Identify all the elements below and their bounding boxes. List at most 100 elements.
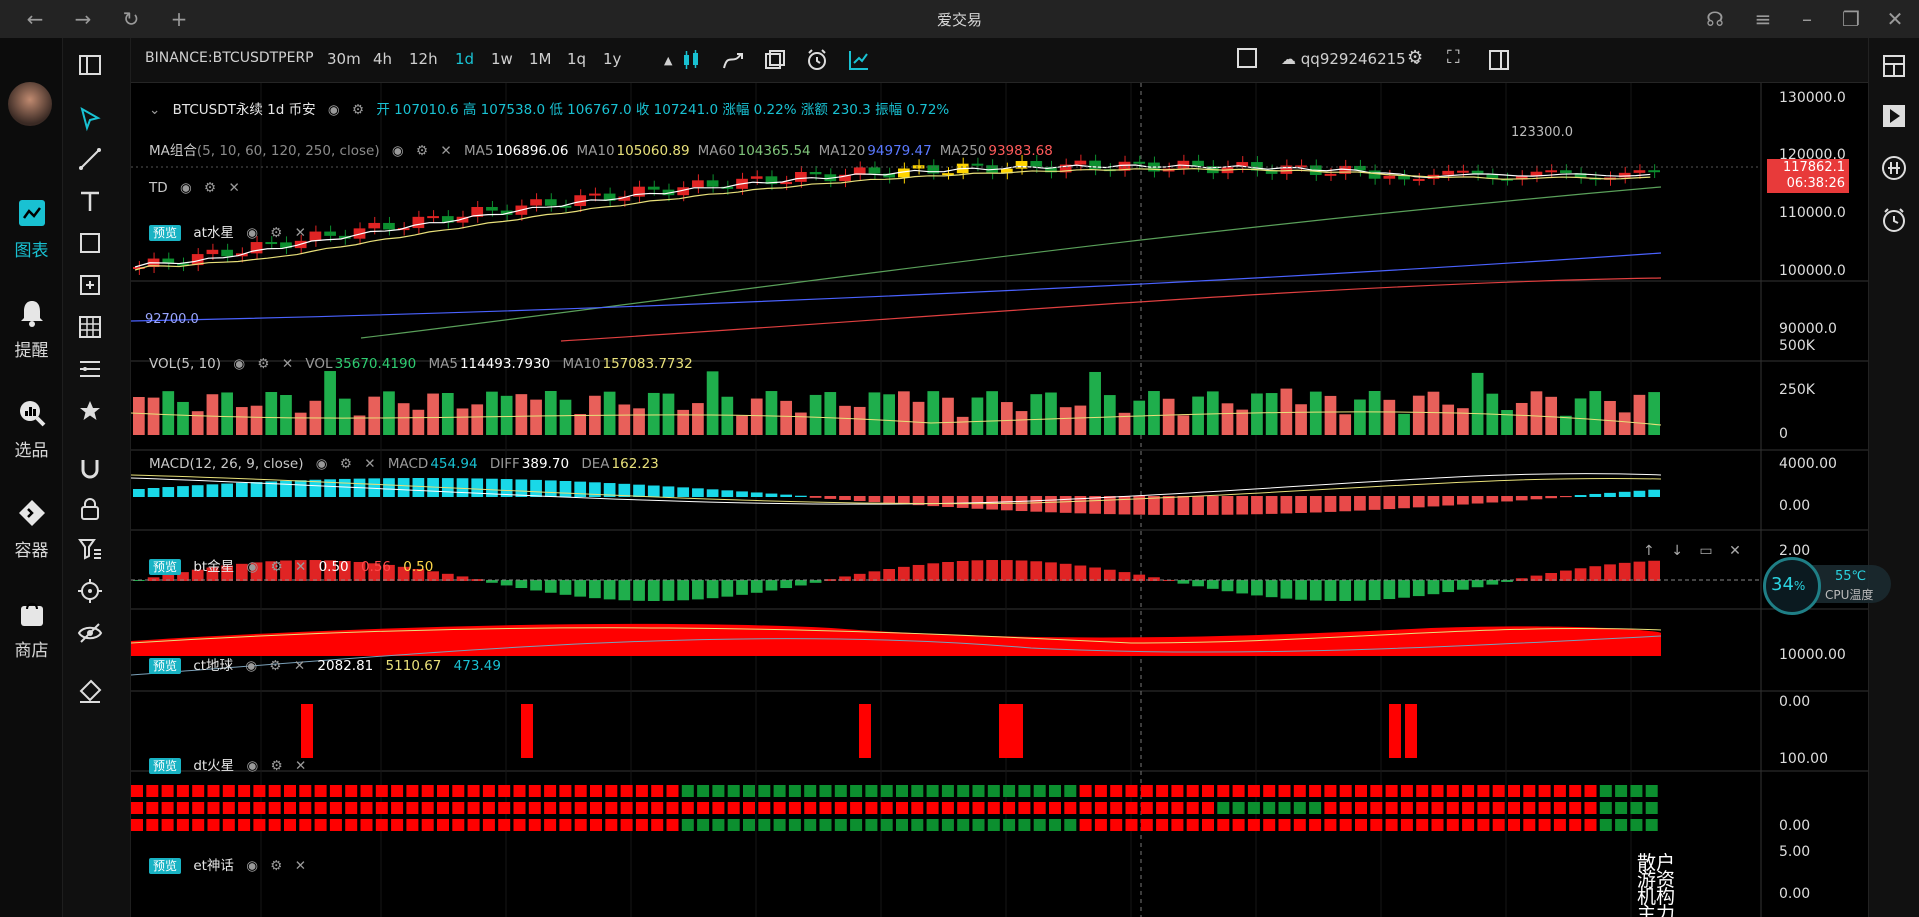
et-cell	[1064, 819, 1077, 831]
maximize-pane-icon[interactable]: ▭	[1699, 543, 1712, 559]
fullscreen-icon[interactable]: ⛶	[1447, 47, 1460, 68]
avatar[interactable]	[8, 82, 52, 126]
eraser-icon[interactable]	[77, 678, 103, 704]
close-icon[interactable]: ✕	[1882, 6, 1908, 32]
alarm-icon[interactable]	[805, 48, 829, 72]
et-cell	[574, 819, 587, 831]
restore-icon[interactable]: ❐	[1838, 6, 1864, 32]
eye-icon[interactable]: ◉	[246, 858, 258, 874]
candle-type-icon[interactable]	[679, 48, 703, 72]
layout-grid-icon[interactable]	[1880, 52, 1908, 80]
cursor-icon[interactable]	[77, 106, 103, 132]
gear-icon[interactable]: ⚙	[270, 225, 282, 241]
et-cell	[941, 819, 954, 831]
indicator-icon[interactable]	[721, 48, 745, 72]
gear-icon[interactable]: ⚙	[257, 356, 269, 372]
nav-chart[interactable]: 图表	[0, 198, 63, 261]
interval-30m[interactable]: 30m	[327, 50, 361, 68]
text-tool-icon[interactable]	[77, 188, 103, 214]
interval-dropdown-icon[interactable]: ▲	[664, 54, 672, 67]
interval-1M[interactable]: 1M	[529, 50, 552, 68]
et-cell	[1370, 819, 1383, 831]
replay-icon[interactable]	[847, 48, 871, 72]
candle	[1383, 175, 1396, 179]
et-cell	[941, 785, 954, 797]
gear-icon[interactable]: ⚙	[270, 858, 282, 874]
close-icon[interactable]: ✕	[295, 758, 306, 774]
move-up-icon[interactable]: ↑	[1643, 543, 1655, 559]
grid-tool-icon[interactable]	[77, 314, 103, 340]
close-icon[interactable]: ✕	[364, 456, 375, 472]
gear-icon[interactable]: ⚙	[271, 559, 283, 575]
eye-icon[interactable]: ◉	[233, 356, 245, 372]
interval-1q[interactable]: 1q	[567, 50, 586, 68]
chart-canvas[interactable]	[131, 83, 1868, 917]
close-icon[interactable]: ✕	[295, 858, 306, 874]
sidebar-toggle-icon[interactable]	[77, 52, 103, 78]
price-alert-icon[interactable]	[1880, 154, 1908, 182]
volume-bar	[633, 408, 645, 435]
et-cell	[681, 819, 694, 831]
cpu-widget[interactable]: 34% 55℃ CPU温度	[1763, 557, 1891, 615]
user-menu[interactable]: ☁ qq929246215 ⌄	[1281, 50, 1423, 68]
eye-icon[interactable]: ◉	[328, 102, 340, 118]
close-icon[interactable]: ✕	[295, 225, 306, 241]
close-pane-icon[interactable]: ✕	[1729, 543, 1741, 559]
close-icon[interactable]: ✕	[294, 658, 305, 674]
nav-container[interactable]: 容器	[0, 498, 63, 561]
magnet-icon[interactable]	[77, 456, 103, 482]
eye-icon[interactable]: ◉	[316, 456, 328, 472]
interval-1w[interactable]: 1w	[491, 50, 513, 68]
nav-select[interactable]: 选品	[0, 398, 63, 461]
close-icon[interactable]: ✕	[440, 143, 451, 159]
interval-4h[interactable]: 4h	[373, 50, 392, 68]
gear-icon[interactable]: ⚙	[271, 758, 283, 774]
gear-icon[interactable]: ⚙	[204, 180, 216, 196]
measure-tool-icon[interactable]	[77, 272, 103, 298]
play-icon[interactable]	[1880, 102, 1908, 130]
et-cell	[513, 785, 526, 797]
eye-icon[interactable]: ◉	[392, 143, 404, 159]
fib-tool-icon[interactable]	[77, 356, 103, 382]
trend-line-icon[interactable]	[77, 146, 103, 172]
eye-icon[interactable]: ◉	[245, 658, 257, 674]
filter-icon[interactable]	[77, 536, 103, 562]
eye-icon[interactable]: ◉	[246, 758, 258, 774]
gear-icon[interactable]: ⚙	[269, 658, 281, 674]
minimize-icon[interactable]: –	[1794, 6, 1820, 32]
settings-icon[interactable]: ⚙	[1407, 47, 1423, 68]
et-cell	[1462, 785, 1475, 797]
compare-icon[interactable]	[763, 48, 787, 72]
layout-icon[interactable]	[1237, 48, 1257, 68]
ma-value: 93983.68	[988, 143, 1053, 159]
eye-icon[interactable]: ◉	[246, 225, 258, 241]
lock-icon[interactable]	[77, 496, 103, 522]
interval-1d[interactable]: 1d	[455, 50, 474, 68]
panel-toggle-icon[interactable]	[1488, 49, 1510, 71]
interval-1y[interactable]: 1y	[603, 50, 621, 68]
favorite-icon[interactable]	[77, 398, 103, 424]
support-icon[interactable]: ☊	[1702, 6, 1728, 32]
close-icon[interactable]: ✕	[282, 356, 293, 372]
volume-bar	[1059, 407, 1072, 435]
close-icon[interactable]: ✕	[295, 559, 306, 575]
nav-alert[interactable]: 提醒	[0, 298, 63, 361]
gear-icon[interactable]: ⚙	[340, 456, 352, 472]
close-icon[interactable]: ✕	[228, 180, 239, 196]
rectangle-tool-icon[interactable]	[77, 230, 103, 256]
hide-icon[interactable]	[77, 620, 103, 646]
nav-shop[interactable]: 商店	[0, 598, 63, 661]
collapse-icon[interactable]: ⌄	[149, 102, 160, 118]
symbol-selector[interactable]: BINANCE:BTCUSDTPERP	[145, 50, 314, 66]
eye-icon[interactable]: ◉	[180, 180, 192, 196]
gear-icon[interactable]: ⚙	[352, 102, 364, 118]
menu-icon[interactable]: ≡	[1750, 6, 1776, 32]
move-down-icon[interactable]: ↓	[1671, 543, 1683, 559]
clock-icon[interactable]	[1880, 206, 1908, 234]
crosshair-icon[interactable]	[77, 578, 103, 604]
volume-bar	[912, 401, 925, 435]
eye-icon[interactable]: ◉	[246, 559, 258, 575]
chart-area[interactable]: ⌄ BTCUSDT永续 1d 币安 ◉ ⚙ 开 107010.6 高 10753…	[131, 83, 1891, 917]
gear-icon[interactable]: ⚙	[416, 143, 428, 159]
interval-12h[interactable]: 12h	[409, 50, 438, 68]
